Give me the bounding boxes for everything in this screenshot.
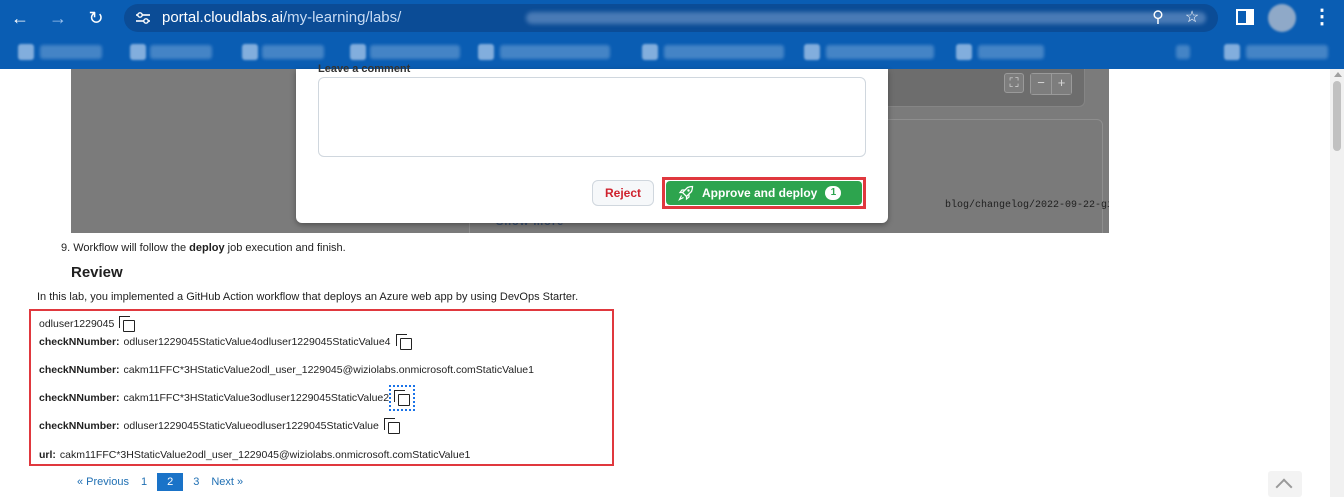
approve-count-badge: 1 bbox=[825, 186, 842, 200]
scrollbar-thumb[interactable] bbox=[1333, 81, 1341, 151]
value-row-username: odluser1229045 bbox=[39, 316, 136, 332]
zoom-in-button: + bbox=[1051, 74, 1071, 94]
forward-icon[interactable]: → bbox=[46, 6, 70, 30]
bookmark-item[interactable] bbox=[826, 45, 934, 59]
step-9-text: 9. Workflow will follow the deploy job e… bbox=[61, 242, 346, 254]
bookmark-item[interactable] bbox=[500, 45, 610, 59]
page-1-link[interactable]: 1 bbox=[135, 473, 153, 491]
bookmark-item[interactable] bbox=[370, 45, 460, 59]
background-link-text: blog/changelog/2022-09-22-githu… bbox=[945, 200, 1109, 211]
previous-page-link[interactable]: « Previous bbox=[71, 473, 135, 491]
page-3-link[interactable]: 3 bbox=[187, 473, 205, 491]
value-text: odluser1229045StaticValueodluser1229045S… bbox=[123, 420, 379, 432]
all-bookmarks[interactable] bbox=[1246, 45, 1328, 59]
approve-and-deploy-button: Approve and deploy 1 bbox=[666, 181, 862, 205]
bookmark-favicon[interactable] bbox=[804, 44, 820, 60]
bookmark-item[interactable] bbox=[150, 45, 212, 59]
url-path: /my-learning/labs/ bbox=[282, 9, 402, 26]
bookmark-item[interactable] bbox=[262, 45, 324, 59]
copy-icon[interactable] bbox=[119, 316, 136, 332]
approve-label: Approve and deploy bbox=[702, 186, 818, 200]
site-settings-icon[interactable] bbox=[135, 10, 151, 26]
step-9-prefix: 9. Workflow will follow the bbox=[61, 242, 190, 254]
review-heading: Review bbox=[71, 264, 123, 281]
bookmark-chevron[interactable] bbox=[1176, 45, 1190, 59]
url-redacted-part bbox=[526, 12, 1206, 24]
bookmark-item[interactable] bbox=[978, 45, 1044, 59]
value-label: url: bbox=[39, 449, 56, 461]
bookmark-favicon[interactable] bbox=[956, 44, 972, 60]
scroll-up-arrow-icon[interactable] bbox=[1334, 72, 1342, 77]
reload-icon[interactable]: ↻ bbox=[84, 6, 108, 30]
bookmark-favicon[interactable] bbox=[478, 44, 494, 60]
step-9-suffix: job execution and finish. bbox=[224, 242, 346, 254]
rocket-icon bbox=[678, 185, 694, 201]
value-row-check-4: checkNNumber: odluser1229045StaticValueo… bbox=[39, 418, 400, 434]
browser-toolbar: ← → ↻ portal.cloudlabs.ai/my-learning/la… bbox=[0, 0, 1344, 36]
reject-button: Reject bbox=[592, 180, 654, 206]
bookmark-item[interactable] bbox=[664, 45, 784, 59]
next-page-link[interactable]: Next » bbox=[205, 473, 249, 491]
profile-avatar[interactable] bbox=[1268, 4, 1296, 32]
value-row-check-2: checkNNumber: cakm11FFC*3HStaticValue2od… bbox=[39, 364, 534, 376]
lab-guide-page: ⛶ − + blog/changelog/2022-09-22-githu… S… bbox=[0, 63, 1344, 497]
value-text: odluser1229045 bbox=[39, 318, 115, 330]
value-row-check-1: checkNNumber: odluser1229045StaticValue4… bbox=[39, 334, 412, 350]
bookmarks-bar bbox=[0, 36, 1344, 69]
url-text: portal.cloudlabs.ai/my-learning/labs/ bbox=[162, 9, 401, 27]
side-panel-icon[interactable] bbox=[1236, 9, 1254, 25]
page-2-current[interactable]: 2 bbox=[157, 473, 184, 491]
bookmark-item[interactable] bbox=[40, 45, 102, 59]
value-text: cakm11FFC*3HStaticValue3odluser1229045St… bbox=[123, 392, 390, 404]
value-row-url: url: cakm11FFC*3HStaticValue2odl_user_12… bbox=[39, 449, 470, 461]
review-deployment-modal: Leave a comment Reject Approve and deplo… bbox=[296, 63, 888, 223]
value-text: cakm11FFC*3HStaticValue2odl_user_1229045… bbox=[59, 449, 471, 461]
bookmark-favicon[interactable] bbox=[18, 44, 34, 60]
comment-label: Leave a comment bbox=[318, 63, 411, 75]
review-paragraph: In this lab, you implemented a GitHub Ac… bbox=[37, 291, 579, 303]
zoom-icon[interactable]: ⚲ bbox=[1148, 8, 1168, 28]
pagination: « Previous 1 2 3 Next » bbox=[71, 473, 249, 491]
value-label: checkNNumber: bbox=[39, 336, 120, 348]
chrome-menu-icon[interactable]: ⋮ bbox=[1312, 6, 1332, 28]
bookmark-star-icon[interactable]: ☆ bbox=[1182, 8, 1202, 28]
scroll-to-top-button[interactable] bbox=[1268, 471, 1302, 497]
bookmark-favicon[interactable] bbox=[350, 44, 366, 60]
copy-icon[interactable] bbox=[389, 385, 416, 411]
bookmark-favicon[interactable] bbox=[242, 44, 258, 60]
step-9-bold: deploy bbox=[189, 242, 225, 254]
bookmark-favicon[interactable] bbox=[1224, 44, 1240, 60]
value-label: checkNNumber: bbox=[39, 392, 120, 404]
value-text: cakm11FFC*3HStaticValue2odl_user_1229045… bbox=[123, 364, 534, 376]
value-label: checkNNumber: bbox=[39, 364, 120, 376]
bookmark-favicon[interactable] bbox=[130, 44, 146, 60]
copy-icon[interactable] bbox=[383, 418, 400, 434]
url-host: portal.cloudlabs.ai bbox=[162, 9, 283, 26]
value-text: odluser1229045StaticValue4odluser1229045… bbox=[123, 336, 391, 348]
zoom-out-button: − bbox=[1031, 74, 1051, 94]
lab-values-box: odluser1229045 checkNNumber: odluser1229… bbox=[29, 309, 614, 466]
chevron-up-icon bbox=[1275, 478, 1293, 496]
screenshot-zoom-controls: ⛶ − + bbox=[1004, 73, 1072, 95]
bookmark-favicon[interactable] bbox=[642, 44, 658, 60]
back-icon[interactable]: ← bbox=[8, 6, 32, 30]
value-label: checkNNumber: bbox=[39, 420, 120, 432]
copy-icon[interactable] bbox=[395, 334, 412, 350]
browser-chrome: ← → ↻ portal.cloudlabs.ai/my-learning/la… bbox=[0, 0, 1344, 69]
comment-textarea bbox=[318, 77, 866, 157]
fullscreen-icon: ⛶ bbox=[1004, 73, 1024, 93]
address-bar[interactable]: portal.cloudlabs.ai/my-learning/labs/ ⚲ … bbox=[124, 4, 1218, 32]
value-row-check-3: checkNNumber: cakm11FFC*3HStaticValue3od… bbox=[39, 385, 416, 411]
